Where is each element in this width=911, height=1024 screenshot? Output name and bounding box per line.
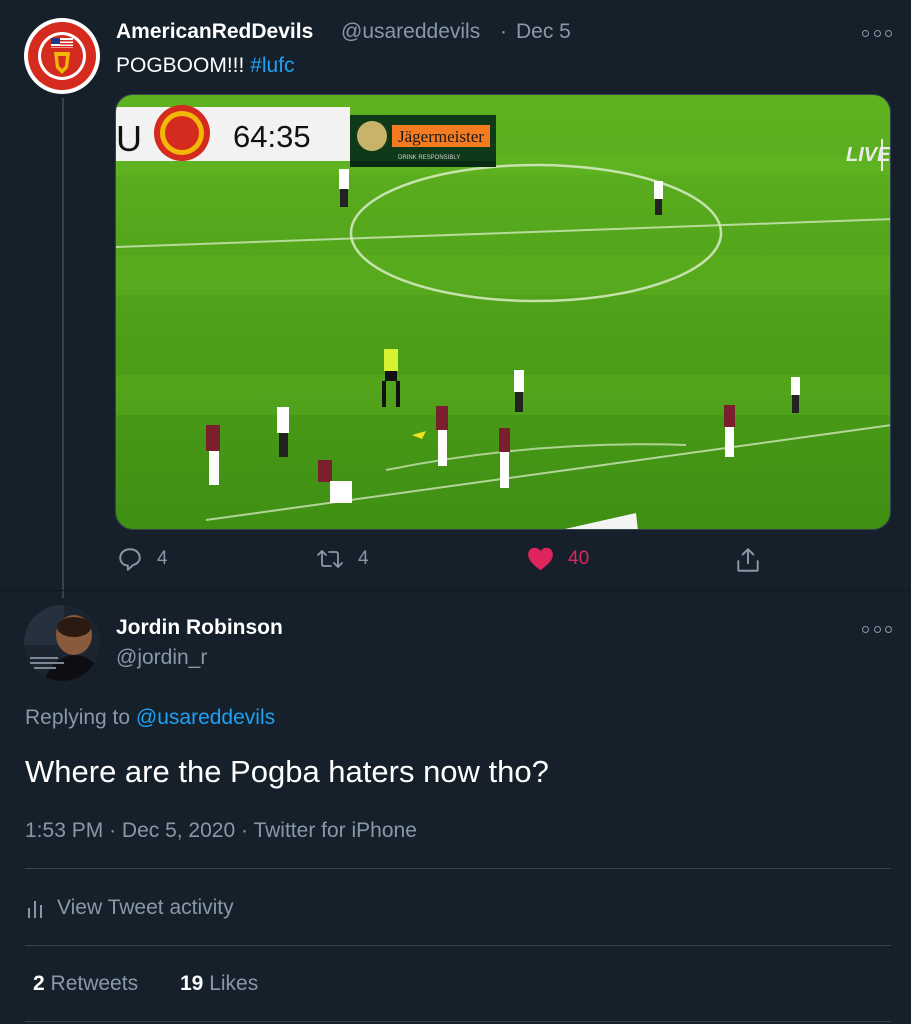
divider-2 [25, 945, 891, 946]
tweet-metadata: 1:53 PM · Dec 5, 2020 · Twitter for iPho… [25, 819, 417, 843]
parent-date[interactable]: Dec 5 [516, 20, 571, 44]
tweet-separator [0, 590, 911, 591]
reply-tweet-text: Where are the Pogba haters now tho? [25, 754, 549, 789]
retweet-icon [317, 550, 343, 568]
metadata-separator-1: · [109, 819, 117, 842]
reply-more-options-icon[interactable] [862, 623, 892, 635]
tweet-date[interactable]: Dec 5, 2020 [122, 819, 235, 842]
reply-icon [119, 548, 141, 571]
likes-count: 19 [180, 972, 204, 995]
parent-handle[interactable]: @usareddevils [341, 20, 480, 44]
parent-date-separator: · [500, 20, 507, 43]
tweet-media-video[interactable]: U 64:35 Jägermeister DRINK RESPONSIBLY L… [115, 94, 891, 530]
replying-to-handle[interactable]: @usareddevils [136, 706, 275, 729]
heart-icon [528, 547, 553, 571]
view-tweet-activity-label: View Tweet activity [57, 896, 234, 919]
retweet-count: 4 [358, 548, 369, 569]
like-action[interactable]: 40 [527, 546, 589, 572]
parent-more-options-icon[interactable] [862, 27, 892, 39]
reply-count: 4 [157, 548, 168, 569]
parent-text: POGBOOM!!! [116, 54, 245, 77]
hashtag-link[interactable]: #lufc [250, 54, 294, 77]
scoreboard-team-letter: U [116, 118, 142, 159]
divider-1 [25, 868, 891, 869]
tweet-time[interactable]: 1:53 PM [25, 819, 103, 842]
share-action[interactable] [735, 546, 761, 579]
replying-to-line: Replying to @usareddevils [25, 706, 275, 730]
football-pitch-frame: U 64:35 Jägermeister DRINK RESPONSIBLY L… [116, 95, 891, 529]
metadata-separator-2: · [241, 819, 248, 842]
retweets-stat[interactable]: 2 Retweets [33, 972, 138, 996]
avatar-jordin-robinson[interactable] [24, 605, 100, 681]
scoreboard-sponsor-sub: DRINK RESPONSIBLY [398, 155, 460, 161]
tweet-source[interactable]: Twitter for iPhone [253, 819, 416, 842]
parent-tweet-text: POGBOOM!!! #lufc [116, 54, 295, 78]
avatar-americanreddevils[interactable] [24, 18, 100, 94]
replying-to-label: Replying to [25, 706, 131, 729]
retweets-count: 2 [33, 972, 45, 995]
scoreboard-clock: 64:35 [233, 119, 311, 154]
retweet-action[interactable]: 4 [316, 546, 369, 572]
likes-stat[interactable]: 19 Likes [180, 972, 258, 996]
like-count: 40 [568, 548, 590, 569]
thread-connector [62, 98, 64, 598]
divider-3 [25, 1021, 891, 1022]
share-icon [737, 548, 759, 572]
live-badge: LIVE [846, 144, 891, 166]
parent-display-name[interactable]: AmericanRedDevils [116, 20, 313, 44]
reply-handle[interactable]: @jordin_r [116, 646, 207, 670]
analytics-icon [28, 901, 42, 918]
reply-action[interactable]: 4 [117, 546, 168, 572]
likes-label: Likes [209, 972, 259, 995]
view-tweet-activity[interactable]: View Tweet activity [25, 896, 234, 920]
retweets-label: Retweets [50, 972, 139, 995]
scoreboard-sponsor: Jägermeister [398, 127, 484, 146]
reply-display-name[interactable]: Jordin Robinson [116, 616, 283, 640]
